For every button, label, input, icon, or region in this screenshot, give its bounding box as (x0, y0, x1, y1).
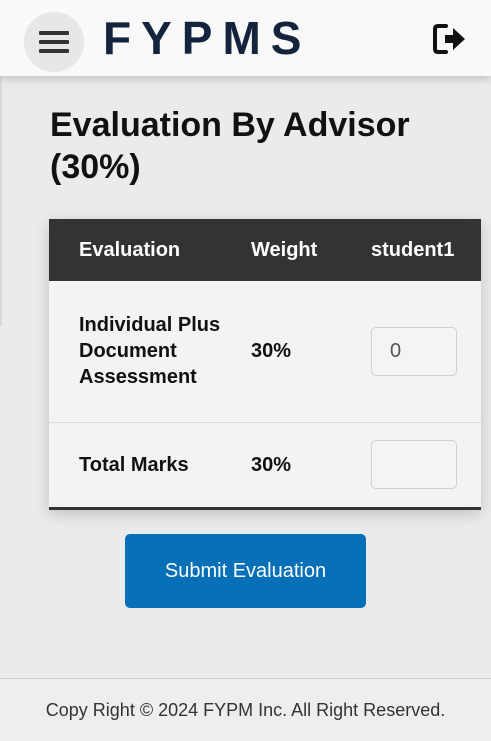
brand-logo: FYPMS (103, 12, 312, 64)
total-mark-cell (371, 422, 481, 508)
column-header-student: student1 (371, 238, 455, 261)
logout-button[interactable] (432, 22, 468, 56)
evaluation-criterion: Individual Plus Document Assessment (79, 314, 221, 389)
hamburger-menu-icon (39, 31, 69, 53)
student-mark-cell (371, 281, 481, 422)
sidebar-edge (0, 76, 2, 326)
total-marks-input[interactable] (371, 440, 457, 489)
weight-value: 30% (251, 340, 292, 363)
copyright-text: Copy Right © 2024 FYPM Inc. All Right Re… (45, 699, 446, 720)
page-title: Evaluation By Advisor (30%) (50, 106, 410, 186)
top-navbar: FYPMS (0, 0, 491, 76)
menu-toggle-button[interactable] (24, 12, 84, 72)
table-row: Individual Plus Document Assessment 30% (49, 281, 481, 422)
column-header-weight: Weight (251, 238, 318, 261)
table-row-total: Total Marks 30% (49, 422, 481, 508)
submit-evaluation-button[interactable]: Submit Evaluation (125, 534, 366, 608)
column-header-evaluation: Evaluation (79, 238, 181, 261)
table-header-row: Evaluation Weight student1 (49, 219, 481, 281)
total-weight-value: 30% (251, 453, 292, 476)
evaluation-table-container: Evaluation Weight student1 Individual Pl… (49, 219, 481, 510)
student-mark-input[interactable] (371, 326, 457, 376)
total-marks-label: Total Marks (79, 453, 189, 476)
evaluation-table: Evaluation Weight student1 Individual Pl… (49, 219, 481, 510)
logout-icon (433, 24, 465, 54)
footer: Copy Right © 2024 FYPM Inc. All Right Re… (0, 678, 491, 741)
